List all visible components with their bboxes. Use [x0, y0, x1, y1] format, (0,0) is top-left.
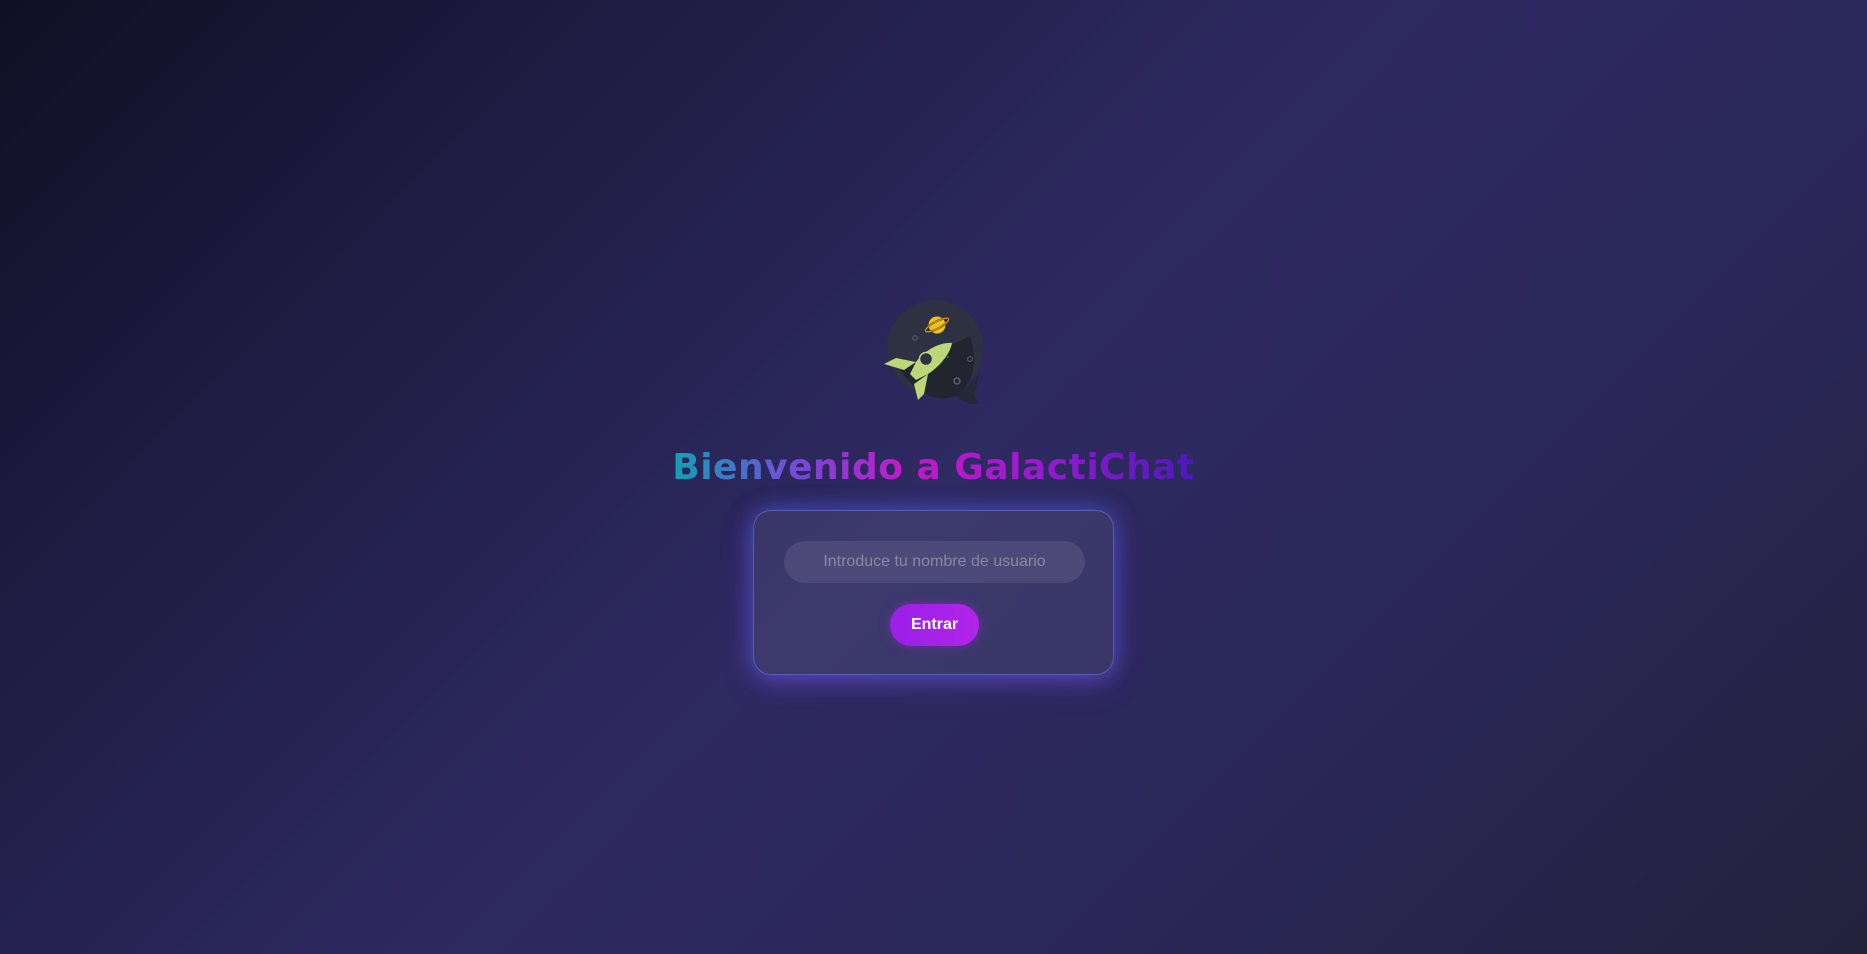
username-input[interactable]	[784, 541, 1085, 583]
rocket-chat-bubble-icon	[884, 300, 983, 404]
login-card: Entrar	[753, 510, 1114, 675]
login-screen: Bienvenido a GalactiChat Entrar	[0, 0, 1867, 954]
welcome-title-text: Bienvenido a GalactiChat	[672, 447, 1195, 488]
enter-button[interactable]: Entrar	[890, 604, 979, 646]
page-title: Bienvenido a GalactiChat	[0, 443, 1867, 493]
